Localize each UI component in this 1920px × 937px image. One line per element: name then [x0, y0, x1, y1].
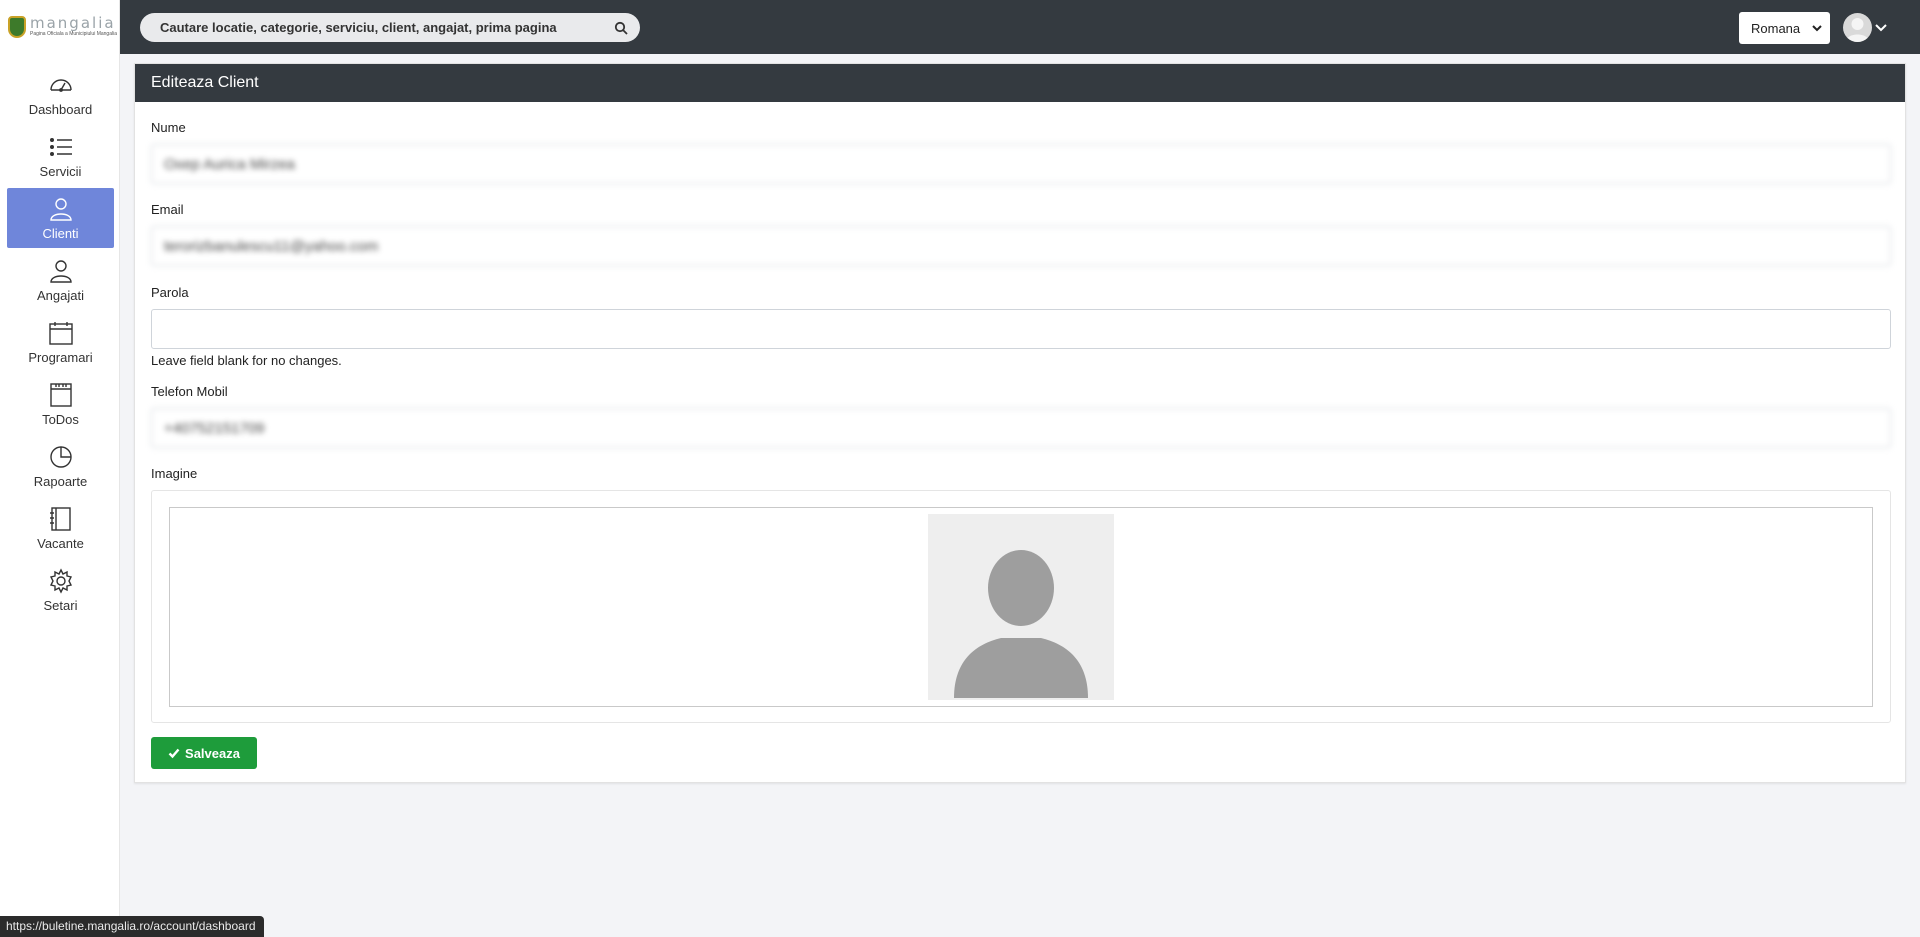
name-label: Nume	[151, 120, 186, 135]
sidebar-item-programari[interactable]: Programari	[7, 312, 114, 372]
notepad-icon	[49, 382, 72, 407]
sidebar-item-label: Programari	[28, 349, 93, 365]
sidebar-item-label: Servicii	[39, 163, 82, 179]
dashboard-icon	[49, 78, 72, 92]
phone-field[interactable]	[151, 408, 1891, 448]
logo[interactable]: mangalia Pagina Oficiala a Municipiului …	[0, 0, 119, 54]
email-field[interactable]	[151, 226, 1891, 266]
sidebar-item-clienti[interactable]: Clienti	[7, 188, 114, 248]
password-label: Parola	[151, 285, 189, 300]
status-bar-url: https://buletine.mangalia.ro/account/das…	[0, 916, 264, 937]
email-label: Email	[151, 202, 184, 217]
sidebar-item-label: Angajati	[37, 287, 84, 303]
sidebar-item-label: Dashboard	[28, 101, 93, 117]
language-select[interactable]: Romana	[1739, 12, 1830, 44]
edit-client-card: Editeaza Client Nume Email Parola Leave …	[134, 63, 1906, 783]
sidebar-nav: Dashboard Servicii Clienti Angajati Prog…	[0, 64, 119, 620]
logo-seal-icon	[8, 16, 26, 38]
image-label: Imagine	[151, 466, 198, 481]
list-icon	[49, 137, 72, 156]
sidebar-item-todos[interactable]: ToDos	[7, 374, 114, 434]
user-menu[interactable]	[1843, 13, 1887, 42]
logo-subtext: Pagina Oficiala a Municipiului Mangalia	[30, 31, 117, 37]
phone-label: Telefon Mobil	[151, 384, 228, 399]
sidebar-item-dashboard[interactable]: Dashboard	[7, 64, 114, 124]
top-bar: Romana	[120, 0, 1920, 54]
save-button-label: Salveaza	[185, 745, 240, 761]
image-placeholder[interactable]	[928, 514, 1114, 700]
sidebar-item-servicii[interactable]: Servicii	[7, 126, 114, 186]
password-field[interactable]	[151, 309, 1891, 349]
image-upload-area[interactable]	[151, 490, 1891, 723]
check-icon	[168, 748, 180, 759]
user-silhouette-icon	[954, 550, 1088, 698]
calendar-icon	[48, 321, 73, 345]
book-icon	[49, 506, 71, 531]
search-input[interactable]	[160, 20, 614, 35]
user-icon	[49, 259, 72, 283]
user-avatar-icon	[1846, 18, 1869, 42]
user-icon	[49, 197, 72, 221]
password-help-text: Leave field blank for no changes.	[151, 353, 342, 368]
sidebar-item-setari[interactable]: Setari	[7, 560, 114, 620]
avatar[interactable]	[1843, 13, 1872, 42]
gear-icon	[49, 567, 72, 594]
chevron-down-icon	[1875, 23, 1887, 31]
image-preview-frame	[169, 507, 1873, 707]
sidebar-item-label: Clienti	[42, 225, 79, 241]
search-box[interactable]	[140, 13, 640, 42]
sidebar: mangalia Pagina Oficiala a Municipiului …	[0, 0, 120, 937]
logo-word: mangalia	[30, 14, 116, 32]
sidebar-item-label: ToDos	[42, 411, 79, 427]
language-value: Romana	[1751, 20, 1801, 36]
name-field[interactable]	[151, 144, 1891, 184]
sidebar-item-angajati[interactable]: Angajati	[7, 250, 114, 310]
sidebar-item-label: Rapoarte	[33, 473, 88, 489]
sidebar-item-label: Vacante	[37, 535, 84, 551]
chevron-down-icon	[1812, 25, 1822, 32]
edit-client-form: Nume Email Parola Leave field blank for …	[135, 120, 1905, 769]
sidebar-item-rapoarte[interactable]: Rapoarte	[7, 436, 114, 496]
pie-chart-icon	[49, 445, 72, 468]
save-button[interactable]: Salveaza	[151, 737, 257, 769]
sidebar-item-vacante[interactable]: Vacante	[7, 498, 114, 558]
card-title: Editeaza Client	[135, 64, 1905, 102]
search-icon[interactable]	[614, 21, 628, 35]
sidebar-item-label: Setari	[43, 597, 78, 613]
